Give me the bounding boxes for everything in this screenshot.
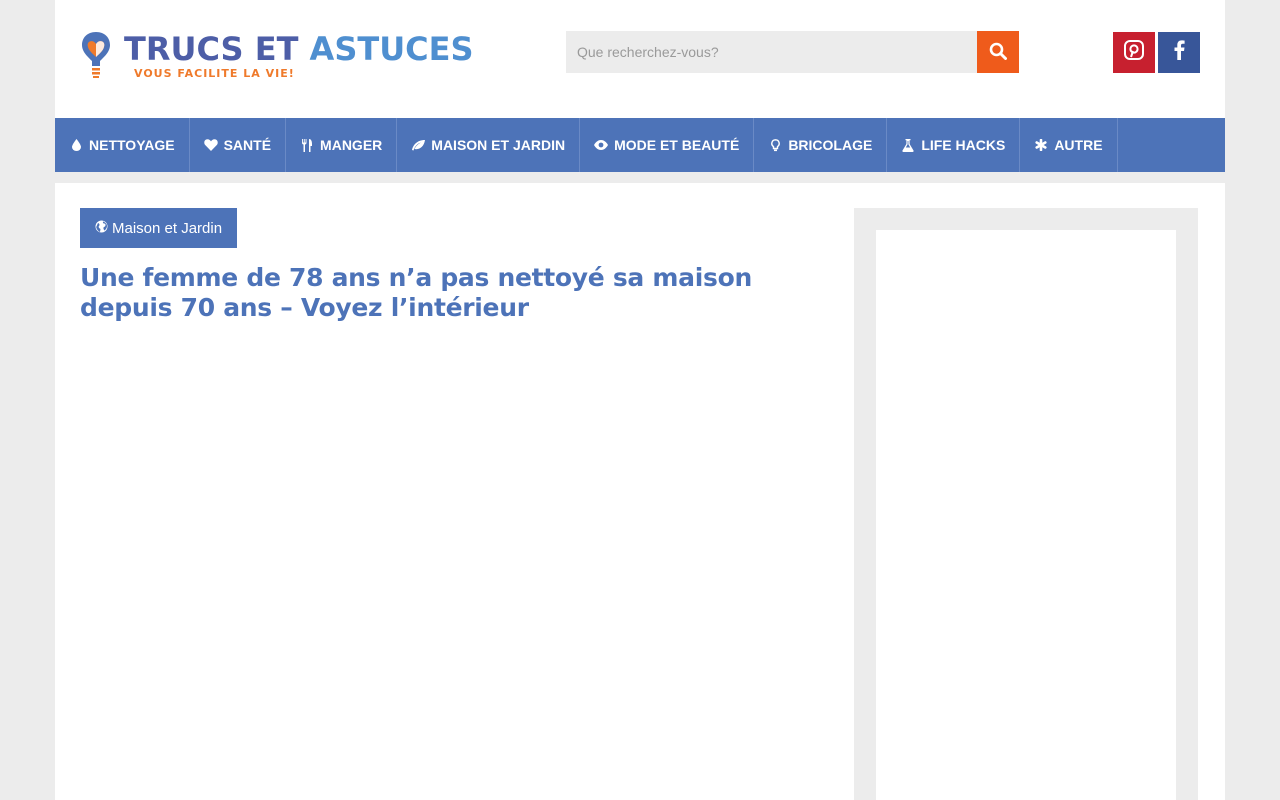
nav-item-label: MANGER (320, 137, 383, 153)
drop-icon (69, 139, 83, 151)
logo-tagline: VOUS FACILITE LA VIE! (134, 67, 295, 80)
article-title: Une femme de 78 ans n’a pas nettoyé sa m… (80, 263, 752, 322)
main-content: Maison et Jardin Une femme de 78 ans n’a… (55, 183, 1225, 800)
flask-icon (901, 138, 915, 152)
logo-title-part2: ASTUCES (309, 30, 474, 68)
nav-item-label: SANTÉ (223, 137, 272, 153)
facebook-icon (1173, 40, 1185, 65)
heart-icon (203, 139, 218, 151)
lightbulb-icon (768, 138, 782, 152)
nav-item-label: AUTRE (1054, 137, 1103, 153)
nav-item-autre[interactable]: AUTRE (1020, 118, 1118, 172)
pinterest-link[interactable] (1113, 32, 1155, 73)
search-form (566, 31, 1019, 73)
nav-item-label: LIFE HACKS (921, 137, 1006, 153)
eye-icon (594, 140, 609, 150)
pinterest-icon (1124, 40, 1144, 65)
lightbulb-heart-logo-icon (80, 30, 112, 80)
sidebar (854, 208, 1198, 800)
logo-title: TRUCS ET ASTUCES (124, 30, 474, 68)
nav-item-life-hacks[interactable]: LIFE HACKS (887, 118, 1021, 172)
search-button[interactable] (977, 31, 1019, 73)
nav-item-manger[interactable]: MANGER (286, 118, 398, 172)
sidebar-ad-slot (876, 230, 1176, 800)
page-wrapper: TRUCS ET ASTUCES VOUS FACILITE LA VIE! Q… (55, 0, 1225, 800)
asterisk-icon (1034, 139, 1048, 151)
leaf-icon (411, 139, 426, 151)
globe-icon (95, 220, 112, 237)
facebook-link[interactable] (1158, 32, 1200, 73)
cutlery-icon (300, 138, 314, 152)
site-header: TRUCS ET ASTUCES VOUS FACILITE LA VIE! (55, 0, 1225, 118)
main-navigation: NETTOYAGE SANTÉ MANGER MAISON ET JARDIN … (55, 118, 1225, 172)
category-label: Maison et Jardin (112, 219, 223, 237)
nav-item-label: MODE ET BEAUTÉ (614, 137, 740, 153)
nav-item-maison-et-jardin[interactable]: MAISON ET JARDIN (397, 118, 581, 172)
logo-title-part1: TRUCS ET (124, 30, 299, 68)
site-logo[interactable]: TRUCS ET ASTUCES VOUS FACILITE LA VIE! (80, 30, 480, 82)
nav-item-mode-et-beaute[interactable]: MODE ET BEAUTÉ (580, 118, 755, 172)
nav-item-label: BRICOLAGE (788, 137, 873, 153)
nav-item-bricolage[interactable]: BRICOLAGE (754, 118, 888, 172)
nav-item-sante[interactable]: SANTÉ (190, 118, 287, 172)
category-badge[interactable]: Maison et Jardin (80, 208, 238, 248)
nav-item-label: NETTOYAGE (89, 137, 175, 153)
nav-item-label: MAISON ET JARDIN (431, 137, 566, 153)
search-input[interactable] (566, 31, 977, 73)
nav-item-nettoyage[interactable]: NETTOYAGE (55, 118, 190, 172)
search-icon (989, 42, 1007, 63)
